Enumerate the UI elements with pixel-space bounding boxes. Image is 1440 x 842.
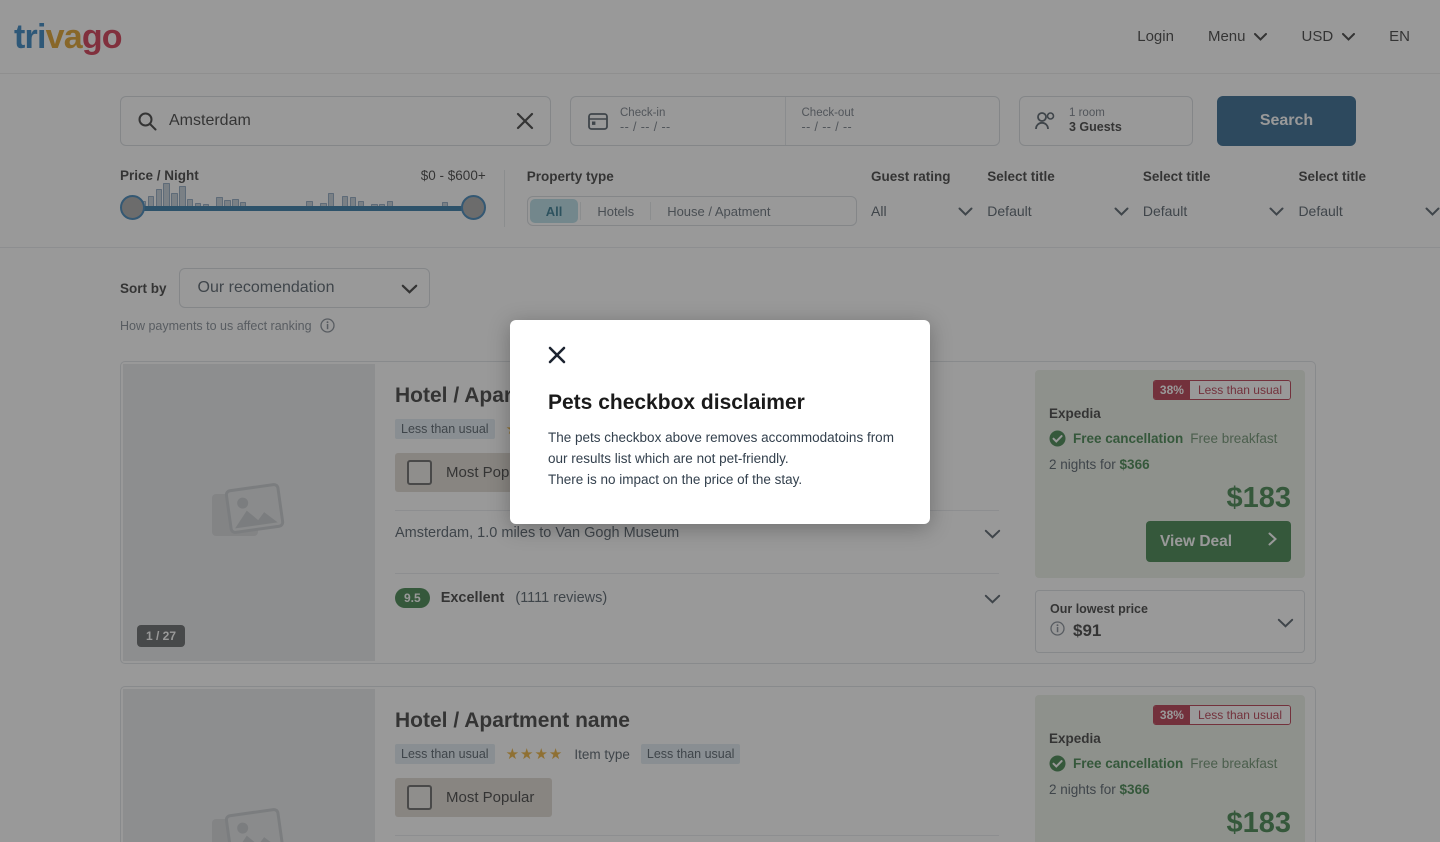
modal-line-1: The pets checkbox above removes: [548, 430, 758, 445]
modal-title: Pets checkbox disclaimer: [548, 391, 805, 414]
modal-body: The pets checkbox above removes accommod…: [548, 428, 896, 491]
close-icon[interactable]: [548, 346, 566, 364]
page-root: trivago Login Menu USD EN: [0, 0, 1440, 842]
modal-line-3: not pet-friendly.: [696, 450, 789, 466]
modal-line-4: There is no impact on the price of the s…: [548, 471, 803, 487]
pets-disclaimer-modal: Pets checkbox disclaimer The pets checkb…: [510, 320, 930, 524]
